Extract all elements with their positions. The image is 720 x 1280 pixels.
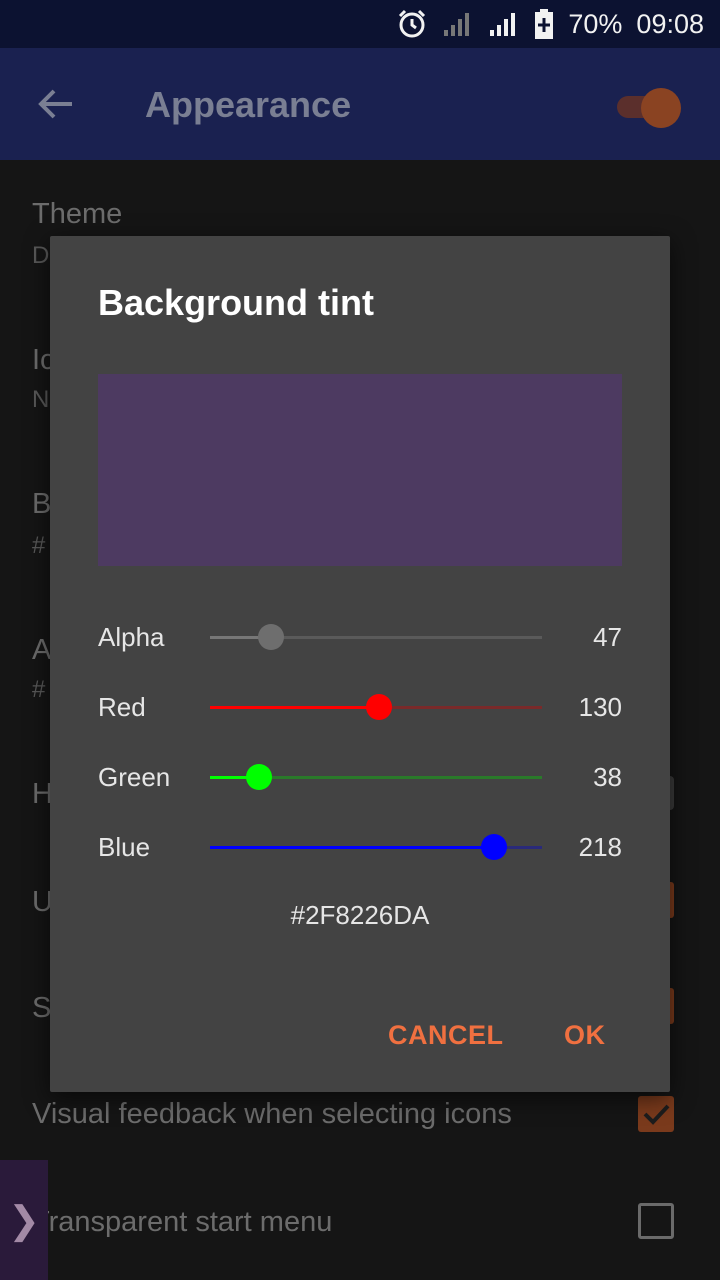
setting-theme-value: D: [32, 242, 50, 269]
slider-value-red: 130: [578, 692, 622, 722]
ok-button[interactable]: OK: [564, 1020, 606, 1051]
cancel-button[interactable]: CANCEL: [388, 1020, 504, 1051]
slider-red[interactable]: [210, 694, 542, 720]
chevron-right-icon: ❯: [8, 1199, 40, 1242]
battery-charging-icon: [534, 9, 554, 39]
slider-thumb[interactable]: [246, 764, 273, 790]
setting-row2-value: N: [32, 386, 50, 413]
slider-rest: [271, 636, 542, 639]
toggle-thumb: [641, 88, 681, 128]
slider-thumb[interactable]: [480, 834, 507, 860]
app-bar: Appearance: [0, 48, 720, 160]
status-bar: 70% 09:08: [0, 0, 720, 48]
master-toggle[interactable]: [615, 88, 681, 128]
setting-row3-label[interactable]: B: [32, 488, 51, 521]
slider-fill: [210, 846, 494, 849]
setting-row7-label[interactable]: S: [32, 992, 51, 1025]
slider-green[interactable]: [210, 764, 542, 790]
slider-label-green: Green: [98, 762, 171, 792]
signal-icon-sim1: [442, 10, 474, 38]
slider-fill: [210, 706, 380, 709]
slider-thumb[interactable]: [366, 694, 393, 720]
setting-row4-label[interactable]: A: [32, 634, 51, 667]
checkmark-icon: [643, 1104, 670, 1125]
setting-row4-value: #: [32, 676, 46, 703]
battery-percent: 70%: [568, 8, 623, 39]
slider-label-red: Red: [98, 692, 146, 722]
setting-row3-value: #: [32, 532, 46, 559]
color-preview: [98, 374, 622, 566]
alarm-icon: [396, 8, 428, 40]
slider-row-alpha: Alpha 47: [98, 616, 622, 656]
slider-thumb[interactable]: [258, 624, 285, 650]
slider-value-green: 38: [593, 762, 622, 792]
slider-value-blue: 218: [578, 832, 622, 862]
setting-transparent-start-label[interactable]: Transparent start menu: [32, 1206, 332, 1239]
slider-label-alpha: Alpha: [98, 622, 165, 652]
background-tint-dialog: Background tint Alpha 47 Red 130 Green 3…: [50, 236, 670, 1092]
slider-row-blue: Blue 218: [98, 826, 622, 866]
setting-theme-label[interactable]: Theme: [32, 198, 122, 231]
page-title: Appearance: [145, 84, 352, 125]
signal-icon-sim2: [488, 10, 520, 38]
setting-visual-feedback-label[interactable]: Visual feedback when selecting icons: [32, 1098, 512, 1131]
slider-value-alpha: 47: [593, 622, 622, 652]
back-button[interactable]: [30, 82, 82, 126]
hex-value: #2F8226DA: [290, 900, 430, 930]
slider-rest: [379, 706, 542, 709]
slider-label-blue: Blue: [98, 832, 151, 862]
checkbox-visual-feedback[interactable]: [638, 1096, 674, 1132]
slider-rest: [259, 776, 542, 779]
start-menu-tab[interactable]: ❯: [0, 1160, 48, 1280]
checkbox-transparent-start[interactable]: [638, 1203, 674, 1239]
slider-alpha[interactable]: [210, 624, 542, 650]
slider-row-green: Green 38: [98, 756, 622, 796]
dialog-title: Background tint: [98, 282, 374, 323]
clock: 09:08: [636, 8, 704, 39]
slider-blue[interactable]: [210, 834, 542, 860]
back-arrow-icon: [38, 89, 72, 119]
slider-row-red: Red 130: [98, 686, 622, 726]
